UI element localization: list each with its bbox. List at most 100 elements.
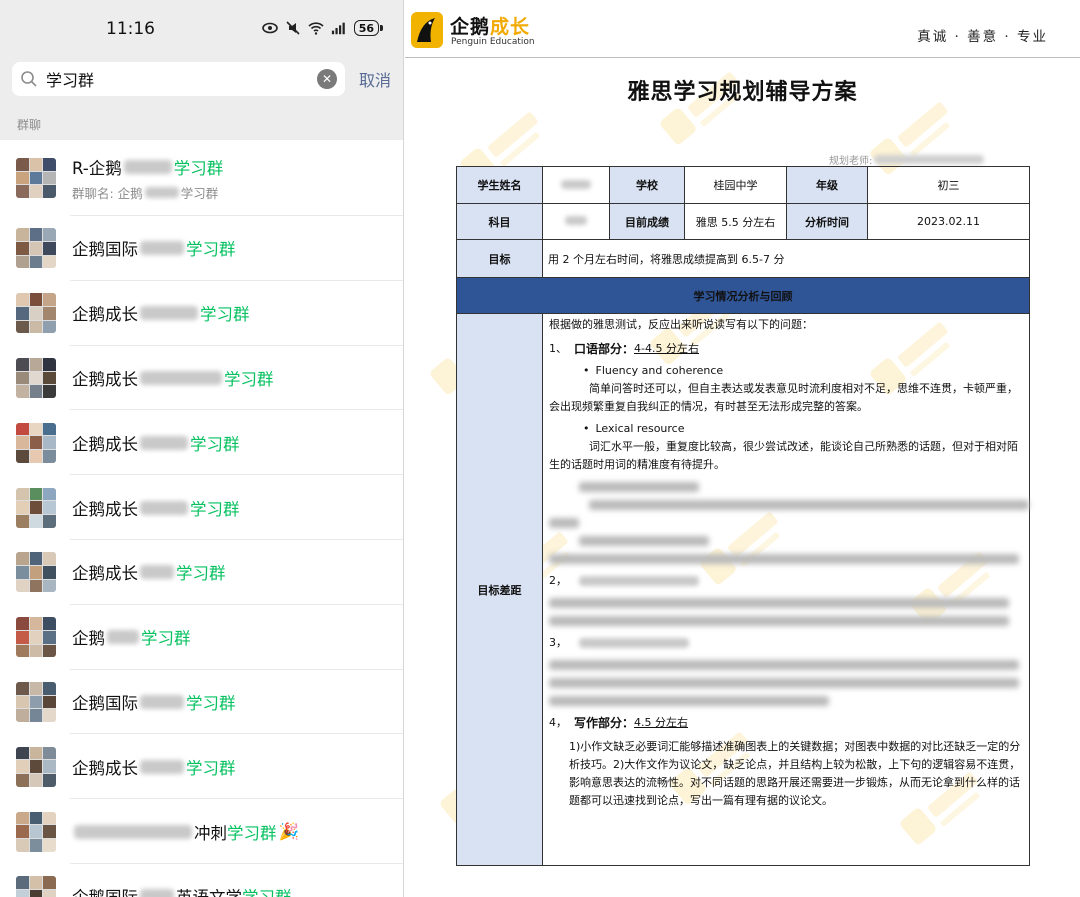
chat-title-prefix: R-企鹅 bbox=[72, 158, 122, 178]
chat-text: 企鹅成长 学习群 bbox=[72, 560, 403, 584]
search-row: 学习群 ✕ 取消 bbox=[0, 58, 403, 100]
chat-text: 企鹅国际 学习群 bbox=[72, 236, 403, 260]
party-emoji-icon: 🎉 bbox=[278, 821, 300, 841]
chat-title-highlight: 学习群 bbox=[176, 564, 226, 584]
writing-text: 1)小作文缺乏必要词汇能够描述准确图表上的关键数据；对图表中数据的对比还缺乏一定… bbox=[569, 740, 1021, 807]
logo-accent: 成长 bbox=[490, 16, 531, 38]
penguin-logo-icon bbox=[411, 12, 443, 48]
row-banner: 学习情况分析与回顾 bbox=[456, 277, 1030, 314]
list-item[interactable]: 企鹅国际 学习群 bbox=[0, 216, 403, 281]
chat-title-highlight: 学习群 bbox=[200, 305, 250, 325]
blur-line bbox=[549, 696, 829, 706]
mute-icon bbox=[286, 21, 300, 35]
search-input[interactable]: 学习群 ✕ bbox=[12, 62, 345, 96]
chat-title-highlight: 学习群 bbox=[141, 629, 191, 649]
chat-title: 企鹅成长 学习群 bbox=[72, 755, 403, 779]
blurred-name bbox=[107, 630, 139, 645]
gap-intro: 根据做的雅思测试，反应出来听说读写有以下的问题： bbox=[549, 318, 813, 331]
chat-text: 企鹅成长 学习群 bbox=[72, 496, 403, 520]
blurred-name bbox=[140, 694, 184, 709]
subject-value bbox=[542, 203, 610, 240]
planner-line: 规划老师: bbox=[829, 152, 986, 167]
chat-title: 企鹅成长 学习群 bbox=[72, 560, 403, 584]
blurred-name bbox=[140, 241, 184, 256]
blurred-reading-title bbox=[579, 576, 699, 586]
plan-table: 学生姓名 学校 桂园中学 年级 初三 科目 目前成绩 雅思 5.5 分左右 分析… bbox=[456, 166, 1030, 866]
logo-text: 企鹅成长 bbox=[450, 12, 530, 39]
school-value: 桂园中学 bbox=[684, 166, 787, 204]
school-label: 学校 bbox=[609, 166, 685, 204]
list-item[interactable]: 企鹅国际 英语文学学习群 bbox=[0, 864, 403, 897]
status-bar: 11:16 56 bbox=[0, 0, 403, 58]
chat-title-prefix: 企鹅 bbox=[72, 629, 105, 649]
row-goal: 目标 用 2 个月左右时间，将雅思成绩提高到 6.5-7 分 bbox=[456, 239, 1030, 278]
writing-heading: 4， 写作部分： 4.5 分左右 bbox=[549, 714, 1023, 732]
lexical-text: 词汇水平一般，重复度比较高，很少尝试改述，能谈论自己所熟悉的话题，但对于相对陌生… bbox=[549, 440, 1018, 471]
chat-text: 企鹅国际 英语文学学习群 bbox=[72, 884, 403, 897]
chat-title-highlight: 学习群 bbox=[190, 434, 240, 454]
reading-number: 2， bbox=[549, 574, 567, 587]
battery-indicator: 56 bbox=[353, 20, 383, 36]
chat-title: 企鹅国际 学习群 bbox=[72, 236, 403, 260]
list-item[interactable]: 企鹅成长 学习群 bbox=[0, 540, 403, 605]
row-student: 学生姓名 学校 桂园中学 年级 初三 bbox=[456, 166, 1030, 204]
blur-line bbox=[579, 536, 709, 546]
chat-title-prefix: 企鹅成长 bbox=[72, 758, 138, 778]
search-icon bbox=[21, 71, 37, 87]
tagline: 真诚 · 善意 · 专业 bbox=[917, 29, 1048, 45]
gap-label: 目标差距 bbox=[456, 313, 543, 866]
signal-icon bbox=[331, 22, 345, 35]
list-item[interactable]: 冲刺 学习群 🎉 bbox=[0, 799, 403, 864]
chat-title-highlight: 学习群 bbox=[242, 884, 292, 897]
blurred-name bbox=[140, 306, 198, 321]
blurred-name bbox=[74, 824, 192, 839]
blurred-name bbox=[140, 435, 188, 450]
group-avatar bbox=[16, 158, 56, 198]
list-item[interactable]: 企鹅 学习群 bbox=[0, 605, 403, 670]
list-item[interactable]: R-企鹅 学习群 群聊名: 企鹅 学习群 bbox=[0, 140, 403, 216]
wifi-icon bbox=[308, 22, 324, 35]
section-label-group-chats: 群聊 bbox=[17, 118, 42, 132]
chat-title-highlight: 学习群 bbox=[224, 369, 274, 389]
logo-main: 企鹅 bbox=[450, 16, 491, 38]
chat-subtitle-prefix: 群聊名: 企鹅 bbox=[72, 185, 143, 201]
student-name-label: 学生姓名 bbox=[456, 166, 543, 204]
list-item[interactable]: 企鹅成长 学习群 bbox=[0, 475, 403, 540]
blurred-name bbox=[140, 565, 174, 580]
listening-number: 3， bbox=[549, 636, 567, 649]
blurred-name bbox=[140, 500, 188, 515]
group-avatar bbox=[16, 681, 56, 722]
chat-title: 企鹅国际 英语文学学习群 bbox=[72, 884, 403, 897]
blur-line bbox=[549, 616, 1009, 626]
goal-label: 目标 bbox=[456, 239, 543, 278]
clear-search-button[interactable]: ✕ bbox=[316, 69, 337, 89]
group-avatar bbox=[16, 357, 56, 398]
list-item[interactable]: 企鹅成长 学习群 bbox=[0, 346, 403, 411]
chat-text: 企鹅成长 学习群 bbox=[72, 366, 403, 390]
phone-panel: 11:16 56 学习群 ✕ 取消 群聊 R-企鹅 学习群 群聊名: 企鹅 学习群 企鹅… bbox=[0, 0, 404, 897]
chat-title-highlight: 学习群 bbox=[190, 499, 240, 519]
chat-text: 企鹅成长 学习群 bbox=[72, 755, 403, 779]
fluency-heading: Fluency and coherence bbox=[549, 362, 1023, 380]
list-item[interactable]: 企鹅成长 学习群 bbox=[0, 410, 403, 475]
row-gap: 目标差距 根据做的雅思测试，反应出来听说读写有以下的问题： 1、 口语部分： 4… bbox=[456, 313, 1030, 866]
blurred-name bbox=[144, 186, 179, 198]
group-avatar bbox=[16, 552, 56, 593]
chat-title: 企鹅 学习群 bbox=[72, 625, 403, 649]
speaking-score: 4-4.5 分左右 bbox=[634, 342, 699, 355]
chat-title-highlight: 学习群 bbox=[227, 823, 277, 843]
document-header: 企鹅成长 Penguin Education 真诚 · 善意 · 专业 bbox=[405, 0, 1080, 58]
document-panel: 企鹅成长 Penguin Education 真诚 · 善意 · 专业 雅思学习… bbox=[405, 0, 1080, 897]
blurred-name bbox=[123, 159, 172, 174]
chat-title-prefix: 企鹅成长 bbox=[72, 564, 138, 584]
writing-title: 写作部分： bbox=[574, 716, 635, 730]
chat-title-highlight: 学习群 bbox=[186, 758, 236, 778]
listening-heading: 3， bbox=[549, 634, 1023, 652]
chat-title-prefix: 企鹅成长 bbox=[72, 305, 138, 325]
chat-title: 冲刺 学习群 🎉 bbox=[72, 820, 403, 844]
list-item[interactable]: 企鹅成长 学习群 bbox=[0, 734, 403, 799]
status-time: 11:16 bbox=[106, 19, 155, 39]
list-item[interactable]: 企鹅成长 学习群 bbox=[0, 281, 403, 346]
list-item[interactable]: 企鹅国际 学习群 bbox=[0, 670, 403, 735]
cancel-button[interactable]: 取消 bbox=[359, 67, 391, 91]
